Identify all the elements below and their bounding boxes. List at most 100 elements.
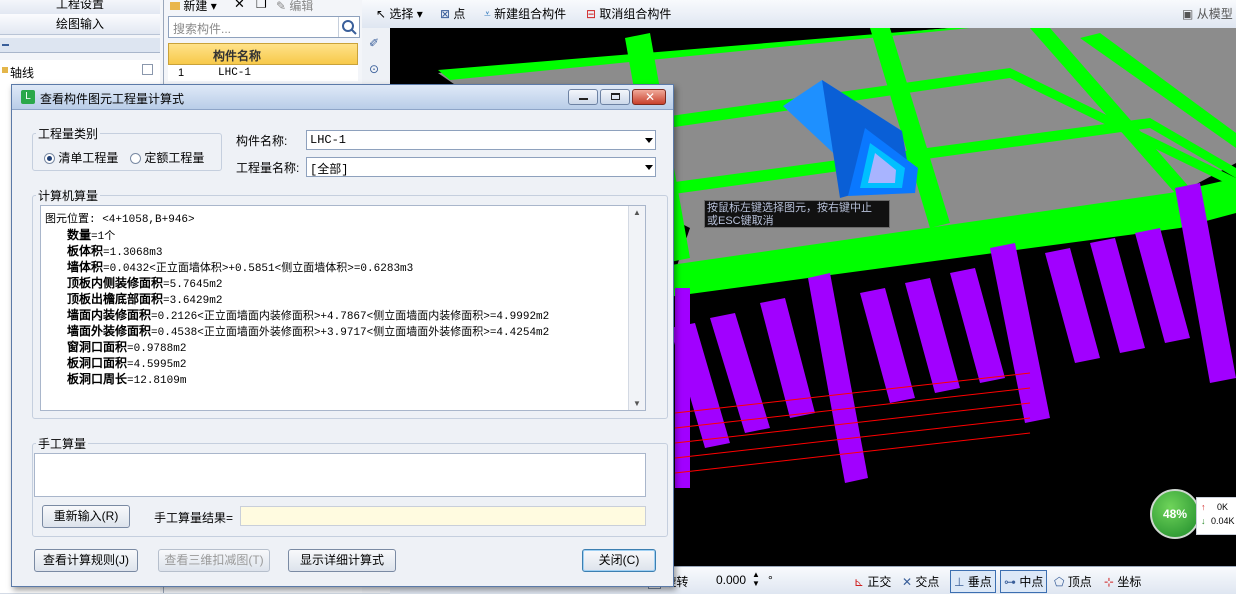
radio-quota-label: 定额工程量 [144,151,205,165]
calc-line: 顶板内侧装修面积=5.7645m2 [67,274,222,291]
vertical-scrollbar[interactable]: ▲ ▼ [628,206,645,410]
calc-line: 墙面外装修面积=0.4538<正立面墙面外装修面积>+3.9717<侧立面墙面外… [67,322,549,339]
radio-list-label: 清单工程量 [58,151,119,165]
calc-line-label: 墙体积 [67,260,104,274]
net-down-value: 0.04K [1211,516,1235,526]
delete-icon[interactable]: ✕ [234,0,245,11]
network-speed-box: ↑ 0K ↓ 0.04K [1196,497,1236,535]
calc-line-label: 窗洞口面积 [67,340,128,354]
quantity-name-value: [全部] [310,163,349,177]
component-name-select[interactable]: LHC-1 [306,130,656,150]
from-model-icon: ▣ [1182,7,1194,21]
ortho-button[interactable]: ⊾ 正交 [854,573,891,590]
search-placeholder: 搜索构件... [173,22,232,36]
close-button[interactable]: 关闭(C) [582,549,656,572]
brush-icon[interactable]: ✐ [369,36,379,50]
vertex-button[interactable]: ⬠ 顶点 [1054,573,1092,590]
row-name: LHC-1 [218,67,252,79]
close-icon: ✕ [645,90,656,104]
manual-result-field[interactable] [240,506,646,526]
cancel-icon: ⊟ [586,7,597,21]
column-header-name: 构件名称 [213,49,262,63]
show-detail-formula-button[interactable]: 显示详细计算式 [288,549,396,572]
scroll-down-icon[interactable]: ▼ [633,399,641,408]
cancel-group-button[interactable]: ⊟ 取消组合构件 [586,6,671,22]
midpoint-button[interactable]: ⊶ 中点 [1000,570,1048,593]
radio-list-quantity[interactable]: 清单工程量 [44,149,118,166]
scroll-up-icon[interactable]: ▲ [633,208,641,217]
maximize-button[interactable] [600,89,630,105]
rotate-value-input[interactable]: 0.000 [716,573,746,587]
select-label: 选择 [389,7,414,21]
new-group-label: 新建组合构件 [494,7,567,21]
arrow-down-icon: ↓ [1201,516,1206,526]
rotate-spinner[interactable]: ▲ ▼ [752,570,760,588]
cancel-group-label: 取消组合构件 [599,7,672,21]
intersection-button[interactable]: ✕ 交点 [902,573,939,590]
calc-line: 顶板出檐底部面积=3.6429m2 [67,290,222,307]
coordinate-button[interactable]: ⊹ 坐标 [1104,573,1141,590]
main-toolbar: ↖ 选择 ▾ ⊠ 点 ⩡ 新建组合构件 ⊟ 取消组合构件 ▣ 从模型 [362,0,1236,29]
calc-line: 板体积=1.3068m3 [67,242,162,259]
maximize-icon [611,93,620,100]
table-row[interactable]: 1 LHC-1 [168,65,358,81]
calc-line: 窗洞口面积=0.9788m2 [67,338,186,355]
calc-line-value: =0.4538<正立面墙面外装修面积>+3.9717<侧立面墙面外装修面积>=4… [151,327,550,339]
quantity-name-select[interactable]: [全部] [306,157,656,177]
quantity-formula-dialog: L 查看构件图元工程量计算式 ✕ 工程量类别 清单工程量 定额工程量 构件名称:… [11,84,674,587]
manual-calc-input[interactable] [34,453,646,497]
minimize-icon [579,98,588,100]
component-grid-header: 构件名称 [168,43,358,65]
point-label: 点 [453,7,466,21]
new-group-button[interactable]: ⩡ 新建组合构件 [484,6,566,22]
component-name-label: 构件名称: [236,134,288,148]
minimize-button[interactable] [568,89,598,105]
calc-line-label: 图元位置: [45,214,96,226]
tooltip-line-2: 或ESC键取消 [707,215,774,227]
copy-icon[interactable]: ❐ [256,0,267,11]
radio-unselected-icon [130,153,141,165]
row-index: 1 [178,67,185,79]
component-search[interactable]: 搜索构件... [168,16,360,38]
search-icon[interactable] [338,17,359,37]
perpendicular-button[interactable]: ⊥ 垂点 [950,570,996,593]
close-window-button[interactable]: ✕ [632,89,666,105]
edit-label: 编辑 [289,0,314,13]
nav-drawing-input[interactable]: 绘图输入 [0,14,160,35]
computer-calc-label: 计算机算量 [36,187,101,204]
quantity-type-label: 工程量类别 [36,125,101,142]
performance-gauge[interactable]: 48% [1150,489,1200,539]
nav-project-settings[interactable]: 工程设置 [0,0,160,15]
point-button[interactable]: ⊠ 点 [440,6,465,22]
reenter-button[interactable]: 重新输入(R) [42,505,130,528]
coordinate-label: 坐标 [1117,575,1142,589]
zoom-icon[interactable]: ⊙ [369,62,379,76]
expand-icon[interactable] [142,64,153,75]
coordinate-icon: ⊹ [1104,575,1115,589]
calc-line-label: 板体积 [67,244,104,258]
radio-selected-icon [44,153,55,165]
calc-line-label: 数量 [67,228,92,242]
calc-line: 图元位置: <4+1058,B+946> [45,210,195,226]
new-button[interactable]: 新建 ▾ [170,0,217,13]
vertex-icon: ⬠ [1054,575,1065,589]
view-3d-deduction-button[interactable]: 查看三维扣减图(T) [158,549,270,572]
radio-quota-quantity[interactable]: 定额工程量 [130,149,204,166]
select-button[interactable]: ↖ 选择 ▾ [376,6,423,22]
manual-calc-label: 手工算量 [36,435,89,452]
arrow-up-icon: ↑ [1201,502,1206,512]
net-up-value: 0K [1217,502,1229,512]
tooltip-line-1: 按鼠标左键选择图元，按右键中止 [707,202,872,214]
nav-collapse-bar[interactable] [0,38,160,53]
from-model-button[interactable]: ▣ 从模型 [1182,6,1233,22]
edit-button[interactable]: ✎ 编辑 [276,0,314,13]
calc-line: 墙面内装修面积=0.2126<正立面墙面内装修面积>+4.7867<侧立面墙面内… [67,306,549,323]
edit-icon: ✎ [276,0,287,13]
folder-icon [2,67,8,73]
component-name-value: LHC-1 [310,133,347,147]
dialog-title-bar[interactable]: L 查看构件图元工程量计算式 ✕ [12,85,673,110]
view-calc-rules-button[interactable]: 查看计算规则(J) [34,549,138,572]
ortho-icon: ⊾ [854,575,865,589]
calc-formula-text[interactable]: 图元位置: <4+1058,B+946> 数量=1个 板体积=1.3068m3 墙体积… [40,205,646,411]
tree-item-axis[interactable]: 轴线 [10,64,34,81]
